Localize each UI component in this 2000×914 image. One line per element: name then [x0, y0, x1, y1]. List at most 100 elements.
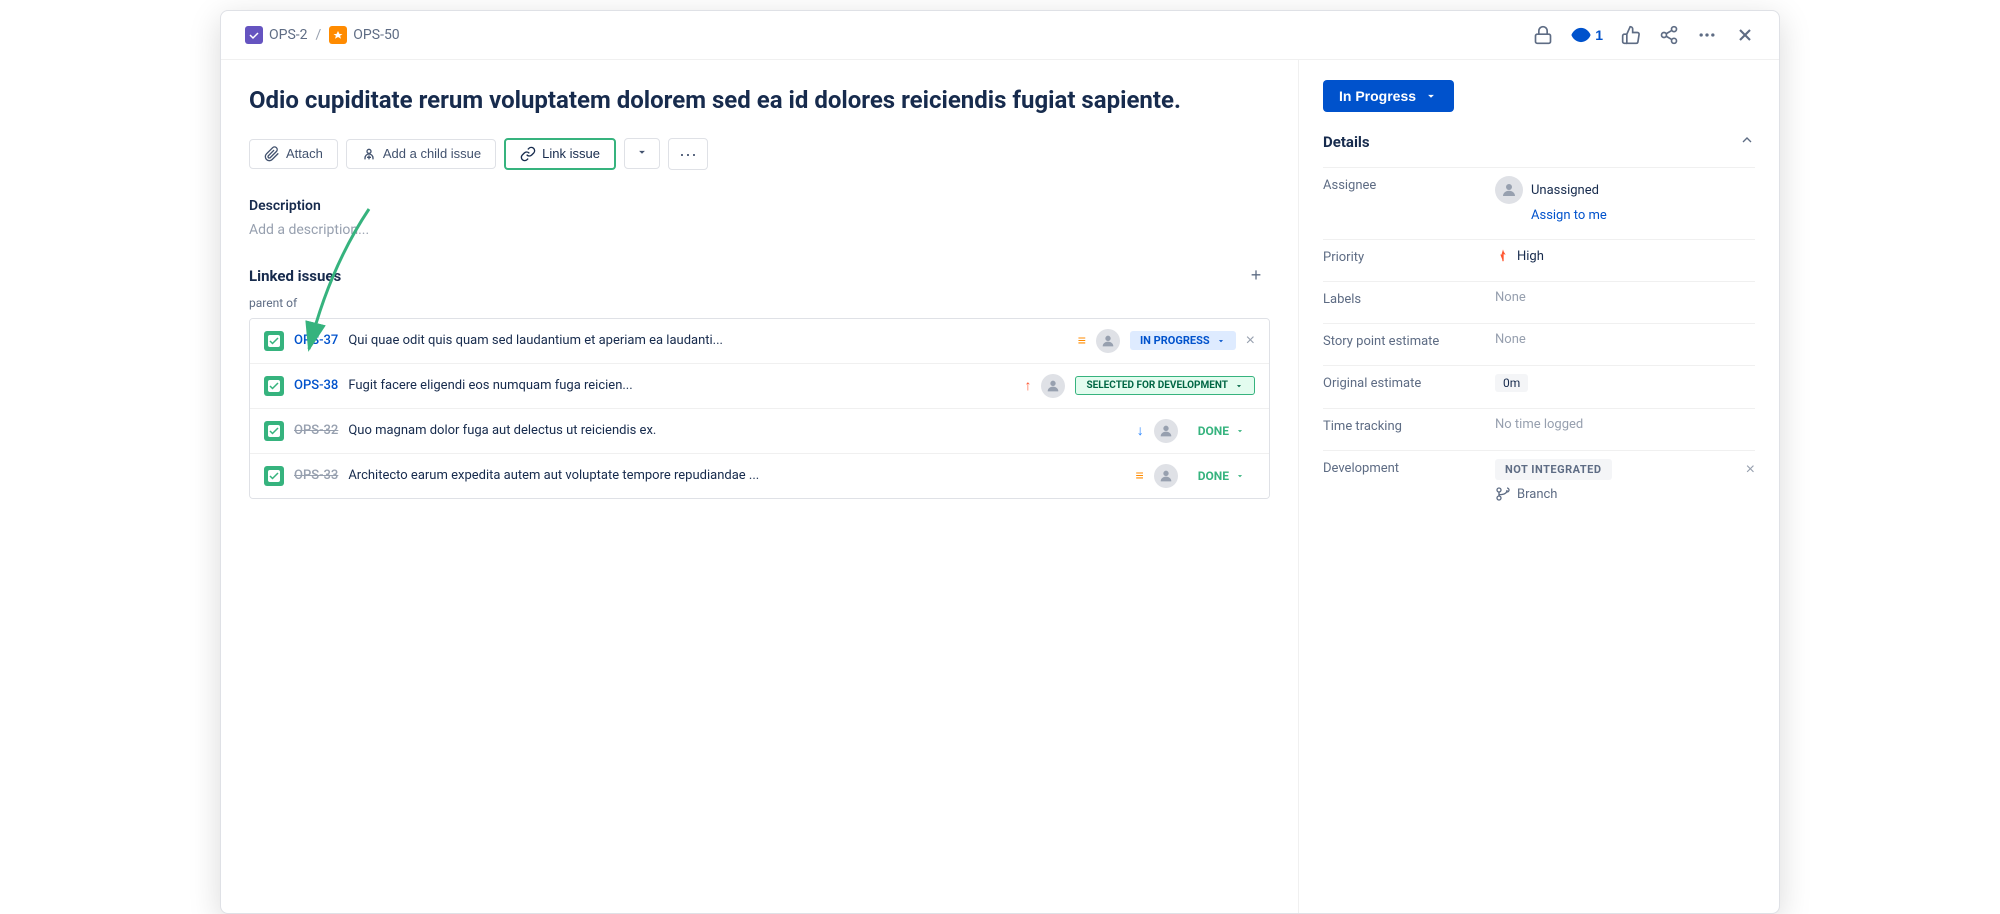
link-issue-label: Link issue	[542, 146, 600, 161]
dismiss-development-button[interactable]: ×	[1746, 461, 1755, 479]
description-placeholder[interactable]: Add a description...	[249, 222, 1270, 238]
status-badge[interactable]: SELECTED FOR DEVELOPMENT	[1075, 376, 1255, 395]
linked-issues-list: OPS-37 Qui quae odit quis quam sed lauda…	[249, 318, 1270, 499]
status-badge[interactable]: DONE	[1188, 466, 1255, 486]
issue-summary: Quo magnam dolor fuga aut delectus ut re…	[348, 423, 1126, 438]
lock-button[interactable]	[1533, 25, 1553, 45]
divider	[1323, 239, 1755, 240]
avatar	[1096, 329, 1120, 353]
linked-issues-title: Linked issues	[249, 267, 341, 285]
attach-button[interactable]: Attach	[249, 139, 338, 169]
original-estimate-row: Original estimate 0m	[1323, 374, 1755, 392]
original-estimate-label: Original estimate	[1323, 374, 1483, 391]
issue-type-icon	[264, 466, 284, 486]
ops50-label: OPS-50	[353, 27, 399, 43]
branch-row[interactable]: Branch	[1495, 486, 1755, 502]
ops50-icon	[329, 26, 347, 44]
divider	[1323, 450, 1755, 451]
original-estimate-value: 0m	[1495, 374, 1528, 392]
like-button[interactable]	[1621, 25, 1641, 45]
time-tracking-value: No time logged	[1495, 417, 1755, 432]
modal-body: Odio cupiditate rerum voluptatem dolorem…	[221, 60, 1779, 913]
priority-icon: ↑	[1024, 377, 1031, 394]
close-button[interactable]	[1735, 25, 1755, 45]
divider	[1323, 408, 1755, 409]
header-actions: 1	[1533, 25, 1755, 45]
more-options-button[interactable]	[1697, 25, 1717, 45]
divider	[1323, 365, 1755, 366]
issue-type-icon	[264, 376, 284, 396]
issue-key[interactable]: OPS-37	[294, 333, 338, 348]
story-points-row: Story point estimate None	[1323, 332, 1755, 349]
main-content: Odio cupiditate rerum voluptatem dolorem…	[221, 60, 1299, 913]
avatar	[1041, 374, 1065, 398]
issue-type-icon	[264, 421, 284, 441]
sidebar: In Progress Details Assignee	[1299, 60, 1779, 913]
assignee-avatar	[1495, 176, 1523, 204]
priority-row: Priority High	[1323, 248, 1755, 265]
watch-button[interactable]: 1	[1571, 25, 1603, 45]
divider	[1323, 281, 1755, 282]
breadcrumb-ops2[interactable]: OPS-2	[245, 26, 308, 44]
assignee-row: Assignee Unassigned Assign to me	[1323, 176, 1755, 223]
details-title: Details	[1323, 133, 1370, 151]
development-row: Development NOT INTEGRATED × Branch	[1323, 459, 1755, 502]
table-row: OPS-37 Qui quae odit quis quam sed lauda…	[250, 319, 1269, 364]
story-points-value: None	[1495, 332, 1755, 347]
time-tracking-label: Time tracking	[1323, 417, 1483, 434]
issue-summary: Fugit facere eligendi eos numquam fuga r…	[348, 378, 1014, 393]
divider	[1323, 167, 1755, 168]
add-linked-issue-button[interactable]: +	[1242, 262, 1270, 290]
breadcrumb-ops50[interactable]: OPS-50	[329, 26, 399, 44]
branch-label: Branch	[1517, 487, 1557, 502]
labels-label: Labels	[1323, 290, 1483, 307]
priority-value-text: High	[1517, 249, 1544, 264]
breadcrumb-separator: /	[316, 27, 322, 43]
more-button[interactable]: ···	[668, 138, 708, 170]
assign-to-me-link[interactable]: Assign to me	[1531, 208, 1755, 223]
issue-key[interactable]: OPS-38	[294, 378, 338, 393]
table-row: OPS-33 Architecto earum expedita autem a…	[250, 454, 1269, 498]
priority-icon: ↓	[1137, 422, 1144, 439]
priority-value: High	[1495, 248, 1755, 264]
table-row: OPS-38 Fugit facere eligendi eos numquam…	[250, 364, 1269, 409]
action-buttons: Attach Add a child issue Link issue ···	[249, 138, 1270, 170]
description-label: Description	[249, 198, 1270, 214]
collapse-button[interactable]	[1739, 132, 1755, 151]
development-label: Development	[1323, 459, 1483, 476]
issue-summary: Qui quae odit quis quam sed laudantium e…	[348, 333, 1067, 348]
link-issue-button[interactable]: Link issue	[504, 138, 616, 170]
status-button[interactable]: In Progress	[1323, 80, 1454, 112]
issue-key[interactable]: OPS-32	[294, 423, 338, 438]
divider	[1323, 323, 1755, 324]
status-badge[interactable]: IN PROGRESS	[1130, 331, 1236, 350]
not-integrated-badge: NOT INTEGRATED	[1495, 459, 1612, 480]
status-badge[interactable]: DONE	[1188, 421, 1255, 441]
story-points-label: Story point estimate	[1323, 332, 1483, 349]
add-child-button[interactable]: Add a child issue	[346, 139, 496, 169]
assignee-label: Assignee	[1323, 176, 1483, 193]
table-row: OPS-32 Quo magnam dolor fuga aut delectu…	[250, 409, 1269, 454]
assignee-name: Unassigned	[1531, 183, 1599, 198]
assignee-value: Unassigned Assign to me	[1495, 176, 1755, 223]
remove-button[interactable]: ×	[1246, 332, 1255, 350]
details-header: Details	[1323, 132, 1755, 151]
priority-icon: ≡	[1136, 467, 1144, 484]
priority-label: Priority	[1323, 248, 1483, 265]
issue-key[interactable]: OPS-33	[294, 468, 338, 483]
share-button[interactable]	[1659, 25, 1679, 45]
labels-value: None	[1495, 290, 1755, 305]
development-value: NOT INTEGRATED × Branch	[1495, 459, 1755, 502]
add-child-label: Add a child issue	[383, 146, 481, 161]
avatar	[1154, 419, 1178, 443]
issue-title: Odio cupiditate rerum voluptatem dolorem…	[249, 84, 1209, 118]
issue-summary: Architecto earum expedita autem aut volu…	[348, 468, 1125, 483]
linked-issues-header: Linked issues +	[249, 262, 1270, 290]
priority-icon: ≡	[1078, 332, 1086, 349]
attach-label: Attach	[286, 146, 323, 161]
dropdown-button[interactable]	[624, 138, 660, 169]
ops2-label: OPS-2	[269, 27, 308, 43]
ops2-icon	[245, 26, 263, 44]
avatar	[1154, 464, 1178, 488]
status-label: In Progress	[1339, 88, 1416, 104]
